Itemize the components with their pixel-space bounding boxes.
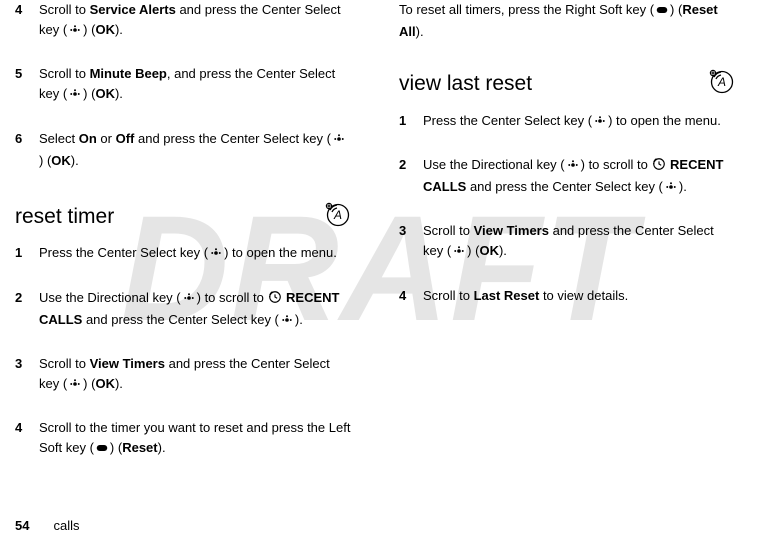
view-step-4: 4 Scroll to Last Reset to view details. bbox=[399, 286, 735, 306]
step-number: 4 bbox=[399, 286, 423, 306]
left-soft-key-icon bbox=[94, 440, 110, 460]
center-select-key-icon bbox=[208, 245, 224, 265]
view-step-1: 1 Press the Center Select key () to open… bbox=[399, 111, 735, 133]
page-footer: 54 calls bbox=[15, 516, 79, 536]
feature-badge-icon bbox=[325, 202, 351, 234]
section-name: calls bbox=[53, 518, 79, 533]
view-step-3: 3 Scroll to View Timers and press the Ce… bbox=[399, 221, 735, 263]
feature-badge-icon bbox=[709, 69, 735, 101]
step-text: Use the Directional key () to scroll to … bbox=[39, 288, 351, 332]
center-select-key-icon bbox=[592, 113, 608, 133]
step-number: 2 bbox=[15, 288, 39, 332]
directional-key-icon bbox=[565, 157, 581, 177]
heading-view-last-reset-row: view last reset bbox=[399, 60, 735, 111]
step-number: 1 bbox=[15, 243, 39, 265]
center-select-key-icon bbox=[67, 376, 83, 396]
step-4-service-alerts: 4 Scroll to Service Alerts and press the… bbox=[15, 0, 351, 42]
center-select-key-icon bbox=[279, 312, 295, 332]
step-number: 3 bbox=[15, 354, 39, 396]
reset-step-4: 4 Scroll to the timer you want to reset … bbox=[15, 418, 351, 460]
directional-key-icon bbox=[181, 290, 197, 310]
reset-step-2: 2 Use the Directional key () to scroll t… bbox=[15, 288, 351, 332]
step-number: 4 bbox=[15, 418, 39, 460]
recent-calls-icon bbox=[651, 157, 667, 177]
reset-all-paragraph: To reset all timers, press the Right Sof… bbox=[399, 0, 735, 42]
step-text: Scroll to Service Alerts and press the C… bbox=[39, 0, 351, 42]
step-text: Press the Center Select key () to open t… bbox=[39, 243, 351, 265]
step-5-minute-beep: 5 Scroll to Minute Beep, and press the C… bbox=[15, 64, 351, 106]
step-text: Use the Directional key () to scroll to … bbox=[423, 155, 735, 199]
step-text: Scroll to the timer you want to reset an… bbox=[39, 418, 351, 460]
center-select-key-icon bbox=[67, 22, 83, 42]
center-select-key-icon bbox=[663, 179, 679, 199]
center-select-key-icon bbox=[451, 243, 467, 263]
recent-calls-icon bbox=[267, 290, 283, 310]
left-column: 4 Scroll to Service Alerts and press the… bbox=[15, 0, 351, 482]
step-number: 5 bbox=[15, 64, 39, 106]
heading-reset-timer-row: reset timer bbox=[15, 193, 351, 244]
step-number: 2 bbox=[399, 155, 423, 199]
step-text: To reset all timers, press the Right Sof… bbox=[399, 0, 735, 42]
step-text: Scroll to View Timers and press the Cent… bbox=[423, 221, 735, 263]
center-select-key-icon bbox=[331, 131, 347, 151]
view-step-2: 2 Use the Directional key () to scroll t… bbox=[399, 155, 735, 199]
step-number: 6 bbox=[15, 129, 39, 171]
heading-view-last-reset: view last reset bbox=[399, 68, 532, 101]
center-select-key-icon bbox=[67, 86, 83, 106]
page-number: 54 bbox=[15, 518, 29, 533]
right-soft-key-icon bbox=[654, 2, 670, 22]
step-number: 1 bbox=[399, 111, 423, 133]
step-text: Scroll to View Timers and press the Cent… bbox=[39, 354, 351, 396]
reset-step-1: 1 Press the Center Select key () to open… bbox=[15, 243, 351, 265]
step-number: 3 bbox=[399, 221, 423, 263]
step-6-on-off: 6 Select On or Off and press the Center … bbox=[15, 129, 351, 171]
step-number: 4 bbox=[15, 0, 39, 42]
step-text: Scroll to Last Reset to view details. bbox=[423, 286, 735, 306]
step-text: Select On or Off and press the Center Se… bbox=[39, 129, 351, 171]
step-text: Scroll to Minute Beep, and press the Cen… bbox=[39, 64, 351, 106]
step-text: Press the Center Select key () to open t… bbox=[423, 111, 735, 133]
reset-step-3: 3 Scroll to View Timers and press the Ce… bbox=[15, 354, 351, 396]
right-column: To reset all timers, press the Right Sof… bbox=[399, 0, 735, 482]
heading-reset-timer: reset timer bbox=[15, 201, 114, 234]
